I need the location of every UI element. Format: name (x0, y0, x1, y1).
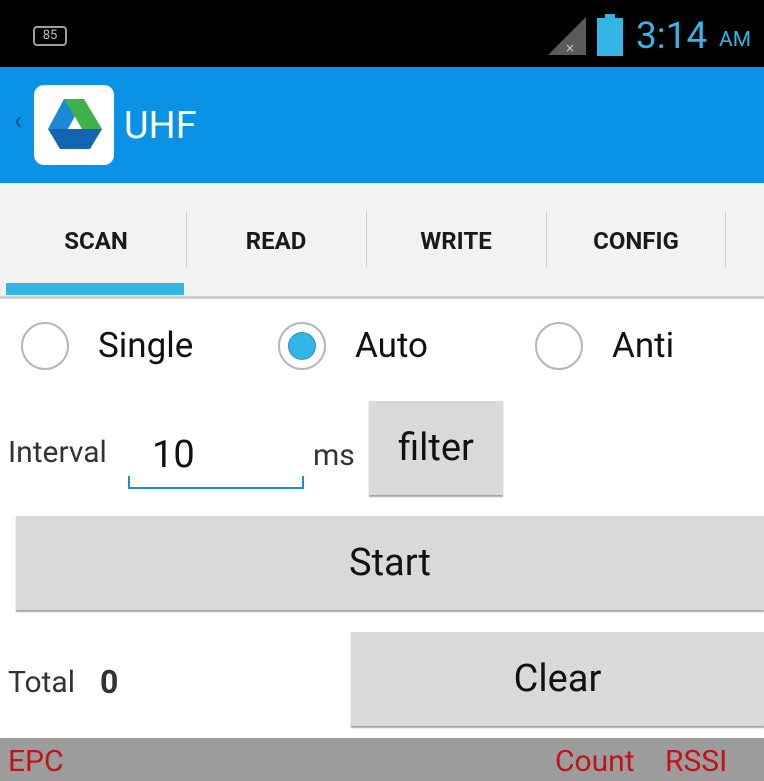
start-button[interactable]: Start (16, 516, 764, 610)
radio-single-label[interactable]: Single (98, 325, 193, 367)
action-bar (0, 67, 764, 183)
radio-single[interactable] (21, 322, 69, 370)
tab-read[interactable]: READ (186, 183, 366, 299)
app-logo-icon[interactable] (34, 85, 114, 165)
count-column-header: Count (555, 744, 635, 779)
tab-divider (725, 211, 726, 268)
app-title: UHF (124, 104, 197, 148)
total-label: Total (8, 665, 75, 700)
notification-badge-icon: 85 (33, 26, 67, 46)
epc-column-header: EPC (8, 744, 64, 779)
no-signal-icon: × (548, 17, 586, 55)
screen: 85 × 3:14 AM ‹ UHF SCAN READ WRITE CONFI… (0, 0, 764, 781)
rssi-column-header: RSSI (665, 744, 728, 779)
interval-input-underline (128, 476, 304, 489)
tab-divider (546, 211, 547, 268)
clock-ampm: AM (719, 28, 752, 52)
filter-button[interactable]: filter (369, 401, 503, 495)
interval-unit-label: ms (313, 438, 355, 473)
tab-bar: SCAN READ WRITE CONFIG (0, 183, 764, 299)
tab-divider (186, 211, 187, 268)
back-chevron-icon[interactable]: ‹ (14, 106, 22, 136)
radio-auto-label[interactable]: Auto (355, 325, 428, 367)
svg-text:×: × (565, 41, 575, 55)
tab-scan[interactable]: SCAN (6, 183, 186, 299)
radio-auto[interactable] (278, 322, 326, 370)
radio-anti-label[interactable]: Anti (612, 325, 674, 367)
clock-time: 3:14 (636, 15, 708, 58)
interval-label: Interval (8, 435, 107, 470)
total-count: 0 (100, 663, 119, 701)
selected-tab-indicator (6, 283, 184, 295)
battery-icon (597, 14, 623, 56)
clear-button[interactable]: Clear (351, 632, 764, 726)
results-list-header (0, 738, 764, 781)
tab-write[interactable]: WRITE (366, 183, 546, 299)
tab-config[interactable]: CONFIG (546, 183, 726, 299)
tab-divider (366, 211, 367, 268)
radio-anti[interactable] (535, 322, 583, 370)
